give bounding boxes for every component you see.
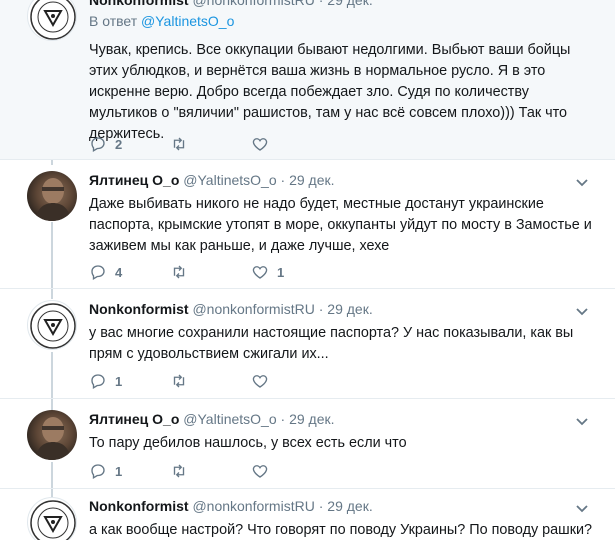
tweet[interactable]: Nonkonformist @nonkonformistRU · 29 дек.…	[0, 290, 615, 399]
tweet-date[interactable]: 29 дек.	[327, 498, 372, 514]
tweet-actions: 4 1	[89, 262, 332, 282]
separator-dot: ·	[280, 411, 286, 427]
avatar[interactable]	[27, 410, 77, 460]
avatar[interactable]	[27, 300, 77, 350]
retweet-icon	[173, 137, 185, 151]
author-handle[interactable]: @nonkonformistRU	[192, 498, 314, 514]
reply-context: В ответ @YaltinetsO_o	[89, 12, 595, 30]
tweet-text: То пару дебилов нашлось, у всех есть есл…	[89, 435, 407, 451]
separator-dot: ·	[280, 172, 286, 188]
tweet-text: у вас многие сохранили настоящие паспорт…	[89, 325, 574, 362]
tweet[interactable]: Nonkonformist @nonkonformistRU · 29 дек.…	[0, 490, 615, 540]
author-name[interactable]: Ялтинец О_о	[89, 411, 179, 427]
author-handle[interactable]: @nonkonformistRU	[192, 301, 314, 317]
separator-dot: ·	[318, 0, 324, 8]
separator-dot: ·	[318, 498, 324, 514]
retweet-button[interactable]	[170, 372, 251, 390]
retweet-button[interactable]	[170, 135, 251, 153]
heart-icon	[252, 266, 268, 279]
tweet-date[interactable]: 29 дек.	[327, 301, 372, 317]
reply-button[interactable]: 1	[89, 462, 170, 480]
retweet-icon	[173, 464, 185, 478]
author-handle[interactable]: @YaltinetsO_o	[183, 411, 276, 427]
author-name[interactable]: Nonkonformist	[89, 0, 189, 8]
reply-to-link[interactable]: @YaltinetsO_o	[141, 13, 234, 29]
author-name[interactable]: Nonkonformist	[89, 301, 189, 317]
avatar[interactable]	[27, 0, 77, 41]
tweet[interactable]: Nonkonformist @nonkonformistRU · 29 дек.…	[0, 0, 615, 160]
like-button[interactable]	[251, 462, 332, 480]
retweet-button[interactable]	[170, 263, 251, 281]
reply-count: 4	[115, 264, 123, 280]
reply-icon	[91, 137, 105, 152]
author-handle[interactable]: @YaltinetsO_o	[183, 172, 276, 188]
reply-icon	[91, 464, 105, 479]
avatar[interactable]	[27, 171, 77, 221]
separator-dot: ·	[318, 301, 324, 317]
reply-button[interactable]: 1	[89, 372, 170, 390]
tweet-actions: 2	[89, 134, 332, 154]
tweet-date[interactable]: 29 дек.	[289, 172, 334, 188]
reply-count: 1	[115, 373, 123, 389]
like-count: 1	[277, 264, 285, 280]
reply-icon	[91, 265, 105, 280]
reply-prefix: В ответ	[89, 13, 138, 29]
tweet-text: Чувак, крепись. Все оккупации бывают нед…	[89, 42, 571, 142]
author-handle[interactable]: @nonkonformistRU	[192, 0, 314, 8]
tweet-actions: 1	[89, 461, 332, 481]
reply-button[interactable]: 2	[89, 135, 170, 153]
heart-icon	[252, 465, 268, 478]
reply-count: 1	[115, 463, 123, 479]
author-name[interactable]: Ялтинец О_о	[89, 172, 179, 188]
heart-icon	[252, 375, 268, 388]
tweet-text: Даже выбивать никого не надо будет, мест…	[89, 196, 592, 254]
tweet[interactable]: Ялтинец О_о @YaltinetsO_o · 29 дек. Даже…	[0, 161, 615, 289]
tweet-date[interactable]: 29 дек.	[289, 411, 334, 427]
author-name[interactable]: Nonkonformist	[89, 498, 189, 514]
tweet[interactable]: Ялтинец О_о @YaltinetsO_o · 29 дек. То п…	[0, 400, 615, 489]
like-button[interactable]: 1	[251, 263, 332, 281]
retweet-button[interactable]	[170, 462, 251, 480]
reply-button[interactable]: 4	[89, 263, 170, 281]
tweet-date[interactable]: 29 дек.	[327, 0, 372, 8]
retweet-icon	[173, 374, 185, 388]
tweet-text: а как вообще настрой? Что говорят по пов…	[89, 522, 593, 538]
like-button[interactable]	[251, 135, 332, 153]
reply-icon	[91, 374, 105, 389]
heart-icon	[252, 138, 268, 151]
like-button[interactable]	[251, 372, 332, 390]
tweet-actions: 1	[89, 371, 332, 391]
avatar[interactable]	[27, 497, 77, 540]
reply-count: 2	[115, 136, 123, 152]
retweet-icon	[173, 265, 185, 279]
